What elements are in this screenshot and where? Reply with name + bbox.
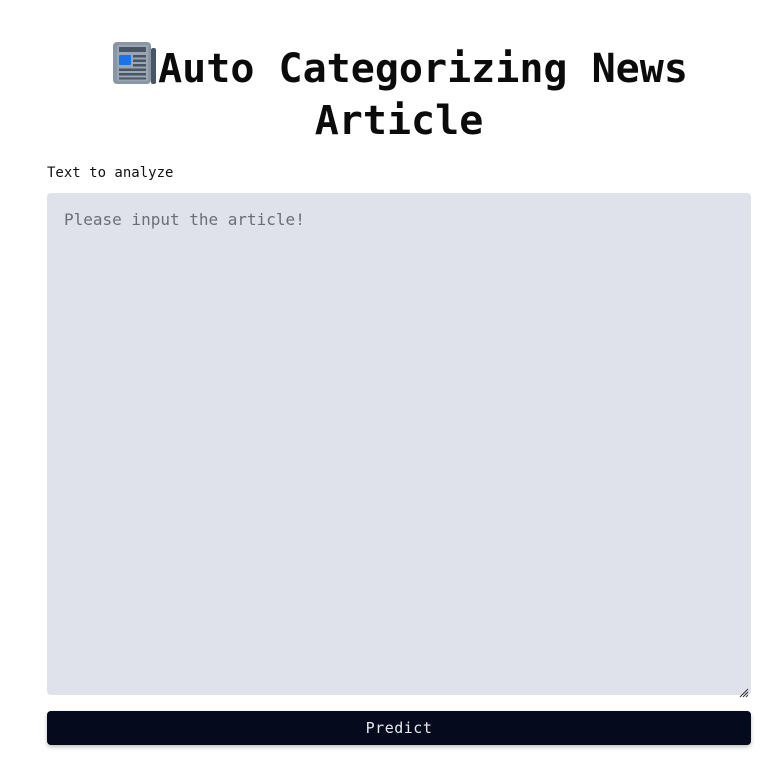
- article-textarea[interactable]: [47, 193, 751, 695]
- page-title-text: Auto Categorizing News Article: [158, 46, 688, 144]
- text-field-label: Text to analyze: [47, 165, 174, 181]
- predict-button[interactable]: Predict: [47, 711, 751, 745]
- article-textarea-container: [47, 193, 751, 698]
- resize-handle-icon[interactable]: [739, 683, 749, 698]
- page-title: Auto Categorizing News Article: [47, 40, 751, 147]
- newspaper-icon: [110, 40, 157, 86]
